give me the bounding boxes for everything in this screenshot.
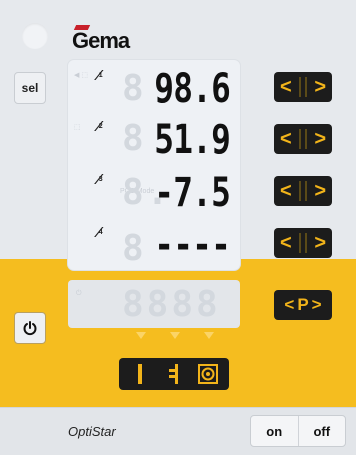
value-display-4: ---- xyxy=(154,222,231,268)
status-led xyxy=(22,23,48,49)
chevron-left-icon: < xyxy=(280,76,292,98)
indicator-triangle xyxy=(136,332,146,339)
model-name: OptiStar xyxy=(68,424,116,439)
power-button[interactable] xyxy=(14,312,46,344)
value-display-3: -7.5 xyxy=(154,170,231,216)
chevron-left-icon: < xyxy=(284,295,295,314)
preset-mode-icon[interactable] xyxy=(193,362,223,386)
chevron-right-icon: > xyxy=(314,128,326,150)
chevron-left-icon: < xyxy=(280,180,292,202)
chevron-right-icon: > xyxy=(314,180,326,202)
program-label: P xyxy=(297,295,309,314)
chevron-right-icon: > xyxy=(311,295,322,314)
chevron-right-icon: > xyxy=(314,232,326,254)
mode-selector xyxy=(119,358,229,390)
divider xyxy=(299,129,307,149)
divider xyxy=(299,233,307,253)
value-display-1: 98.6 xyxy=(154,66,231,112)
sel-button[interactable]: sel xyxy=(14,72,46,104)
custom-mode-icon[interactable] xyxy=(159,362,189,386)
indicator-triangle xyxy=(170,332,180,339)
indicator-triangle xyxy=(204,332,214,339)
on-button[interactable]: on xyxy=(251,416,298,446)
chevron-left-icon: < xyxy=(280,232,292,254)
ghost-label: ⬚ xyxy=(74,124,81,131)
value-display-2: 51.9 xyxy=(154,117,231,163)
ghost-label: ◀ ⬚ xyxy=(74,72,88,79)
program-button[interactable]: < P > xyxy=(274,290,332,320)
adjust-button-4[interactable]: < > xyxy=(274,228,332,258)
off-button[interactable]: off xyxy=(297,416,346,446)
spray-gun-4-icon: ⁄ 4 xyxy=(97,223,103,241)
divider xyxy=(299,77,307,97)
ghost-digits: 8888 xyxy=(122,284,221,325)
chevron-right-icon: > xyxy=(314,76,326,98)
divider xyxy=(299,181,307,201)
adjust-button-3[interactable]: < > xyxy=(274,176,332,206)
chevron-left-icon: < xyxy=(280,128,292,150)
spray-gun-3-icon: ⁄ 3 xyxy=(97,170,103,188)
power-toggle: on off xyxy=(250,415,346,447)
manual-mode-icon[interactable] xyxy=(125,362,155,386)
ghost-power-icon: ⏻ xyxy=(76,290,82,297)
power-icon xyxy=(23,321,37,336)
adjust-button-2[interactable]: < > xyxy=(274,124,332,154)
gema-logo: Gema xyxy=(72,25,152,54)
spray-gun-2-icon: ⁄ 2 xyxy=(97,117,103,135)
spray-gun-1-icon: ⁄ 1 xyxy=(97,66,103,84)
program-display: ⏻ 8888 xyxy=(68,280,240,328)
adjust-button-1[interactable]: < > xyxy=(274,72,332,102)
